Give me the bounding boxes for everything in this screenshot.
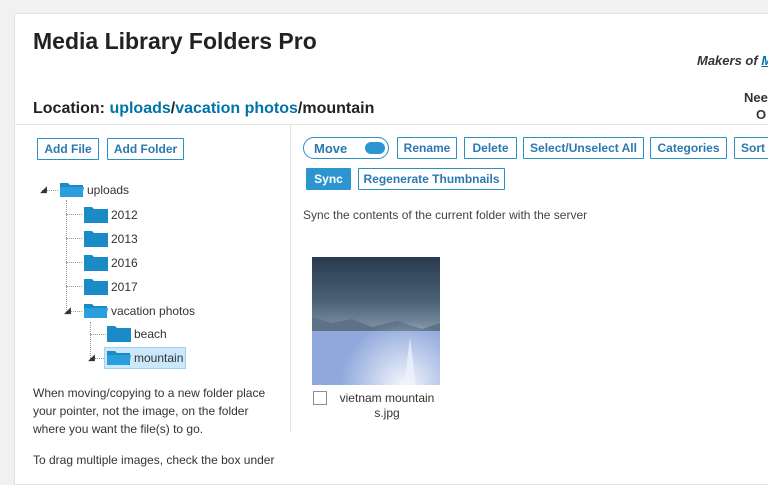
folder-open-icon [107, 351, 131, 365]
location-breadcrumb: Location: uploads/vacation photos/mounta… [33, 100, 374, 118]
tree-item-2013[interactable]: 2013 [83, 229, 143, 249]
tree-item-vacation-photos[interactable]: vacation photos [83, 301, 203, 321]
tree-connector [90, 334, 106, 335]
makers-prefix: Makers of [697, 53, 762, 68]
tree-item-label: beach [134, 327, 167, 341]
makers-note: Makers of M [697, 53, 768, 68]
rename-button[interactable]: Rename [397, 137, 457, 159]
file-select-checkbox[interactable] [313, 391, 327, 405]
tree-item-2016[interactable]: 2016 [83, 253, 143, 273]
header-divider [14, 124, 768, 125]
makers-link[interactable]: M [761, 53, 768, 68]
collapse-toggle-icon[interactable]: ◢ [40, 184, 47, 195]
tree-connector [66, 262, 82, 263]
tree-item-label: vacation photos [111, 304, 196, 318]
collapse-toggle-icon[interactable]: ◢ [88, 352, 95, 363]
file-thumbnail[interactable] [312, 257, 440, 385]
move-toggle-label: Move [314, 141, 348, 156]
tree-item-label: 2012 [111, 208, 138, 222]
add-file-button[interactable]: Add File [37, 138, 99, 160]
tree-connector [66, 238, 82, 239]
thumbnail-image [312, 257, 440, 385]
breadcrumb-vacation-photos[interactable]: vacation photos [175, 100, 298, 117]
add-folder-button[interactable]: Add Folder [107, 138, 184, 160]
folder-open-icon [84, 304, 108, 318]
location-label: Location: [33, 100, 110, 117]
tree-connector [66, 286, 82, 287]
collapse-toggle-icon[interactable]: ◢ [64, 305, 71, 316]
tree-connector [66, 214, 82, 215]
tree-item-label: 2016 [111, 256, 138, 270]
tree-item-2012[interactable]: 2012 [83, 205, 143, 225]
tree-item-beach[interactable]: beach [106, 324, 176, 344]
file-name-line: s.jpg [374, 406, 400, 420]
move-copy-toggle[interactable]: Move [303, 137, 389, 159]
categories-button[interactable]: Categories [650, 137, 727, 159]
folder-icon [84, 207, 108, 223]
tree-item-label: mountain [134, 351, 184, 365]
tree-item-label: 2013 [111, 232, 138, 246]
tree-item-label: uploads [87, 183, 130, 197]
need-help-text: Nee [744, 90, 768, 105]
help-text-moving: When moving/copying to a new folder plac… [33, 386, 266, 436]
folder-icon [84, 255, 108, 271]
folder-open-icon [60, 183, 84, 197]
file-name-line: vietnam mountain [339, 391, 435, 405]
column-divider [290, 124, 291, 432]
select-unselect-all-button[interactable]: Select/Unselect All [523, 137, 644, 159]
folder-icon [84, 279, 108, 295]
file-name: vietnam mountain s.jpg [328, 391, 446, 421]
breadcrumb-uploads[interactable]: uploads [109, 100, 170, 117]
folder-icon [107, 326, 131, 342]
sync-description: Sync the contents of the current folder … [303, 208, 588, 222]
tree-item-uploads[interactable]: uploads [59, 180, 139, 200]
folder-icon [84, 231, 108, 247]
tree-item-mountain[interactable]: mountain [106, 348, 186, 368]
sync-button[interactable]: Sync [306, 168, 351, 190]
sort-button[interactable]: Sort [734, 137, 768, 159]
toggle-switch-icon [365, 142, 385, 154]
help-text-drag: To drag multiple images, check the box u… [33, 453, 275, 467]
tree-connector [66, 200, 67, 312]
regenerate-thumbnails-button[interactable]: Regenerate Thumbnails [358, 168, 505, 190]
tree-item-label: 2017 [111, 280, 138, 294]
delete-button[interactable]: Delete [464, 137, 517, 159]
tree-item-2017[interactable]: 2017 [83, 277, 143, 297]
breadcrumb-current: mountain [302, 100, 375, 117]
page-title: Media Library Folders Pro [33, 28, 317, 54]
need-help-text-2: O [756, 107, 767, 122]
